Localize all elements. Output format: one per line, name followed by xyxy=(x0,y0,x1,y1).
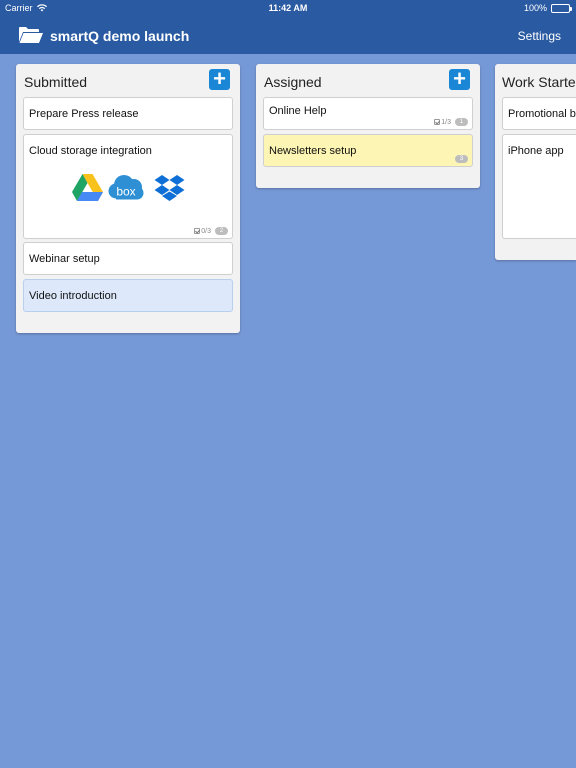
card-promotional-banners[interactable]: Promotional banners xyxy=(502,97,576,130)
comment-count-badge: 2 xyxy=(215,227,228,235)
box-logo-text: box xyxy=(116,185,135,199)
column-work-started: Work Started Promotional banners iPhone … xyxy=(495,64,576,260)
card-webinar-setup[interactable]: Webinar setup xyxy=(23,242,233,275)
card-title: Newsletters setup xyxy=(269,145,357,157)
card-title: Online Help xyxy=(269,105,327,117)
card-title: Prepare Press release xyxy=(29,108,139,120)
card-newsletters-setup[interactable]: Newsletters setup 3 xyxy=(263,134,473,167)
dropbox-icon[interactable] xyxy=(154,175,185,207)
card-meta: 0/3 2 xyxy=(194,227,228,235)
card-title: Video introduction xyxy=(29,290,117,302)
settings-button[interactable]: Settings xyxy=(518,29,561,43)
comment-count-badge: 3 xyxy=(455,155,468,163)
column-assigned: Assigned + Online Help 1/3 1 Newsletters… xyxy=(256,64,480,188)
card-title: Cloud storage integration xyxy=(29,145,152,157)
card-online-help[interactable]: Online Help 1/3 1 xyxy=(263,97,473,130)
clock: 11:42 AM xyxy=(268,3,308,13)
card-title: Promotional banners xyxy=(508,108,576,120)
checklist-icon xyxy=(194,227,201,234)
checklist-progress: 1/3 xyxy=(434,119,451,126)
card-cloud-storage-integration[interactable]: Cloud storage integration box 0/3 2 xyxy=(23,134,233,239)
status-bar: Carrier 11:42 AM 100% xyxy=(0,0,576,16)
add-card-button[interactable]: + xyxy=(449,68,470,90)
column-submitted: Submitted + Prepare Press release Cloud … xyxy=(16,64,240,333)
column-title: Work Started xyxy=(502,74,576,90)
card-prepare-press-release[interactable]: Prepare Press release xyxy=(23,97,233,130)
checklist-icon xyxy=(434,118,441,125)
folder-icon[interactable] xyxy=(18,26,44,44)
card-video-introduction[interactable]: Video introduction xyxy=(23,279,233,312)
battery-icon xyxy=(551,3,572,13)
card-meta: 1/3 1 xyxy=(434,118,468,126)
add-card-button[interactable]: + xyxy=(209,68,230,90)
attachment-logos: box xyxy=(24,173,232,207)
card-title: iPhone app xyxy=(508,145,564,157)
card-title: Webinar setup xyxy=(29,253,100,265)
nav-bar: smartQ demo launch Settings xyxy=(0,16,576,54)
battery-percent: 100% xyxy=(523,3,547,13)
card-meta: 3 xyxy=(455,155,468,163)
column-title: Submitted xyxy=(24,74,88,90)
board-title: smartQ demo launch xyxy=(50,28,190,44)
google-drive-icon[interactable] xyxy=(72,174,103,204)
column-title: Assigned xyxy=(264,74,322,90)
battery-indicator: 100% xyxy=(523,3,572,13)
comment-count-badge: 1 xyxy=(455,118,468,126)
card-iphone-app[interactable]: iPhone app xyxy=(502,134,576,239)
checklist-progress: 0/3 xyxy=(194,228,211,235)
box-logo[interactable]: box xyxy=(108,175,144,204)
